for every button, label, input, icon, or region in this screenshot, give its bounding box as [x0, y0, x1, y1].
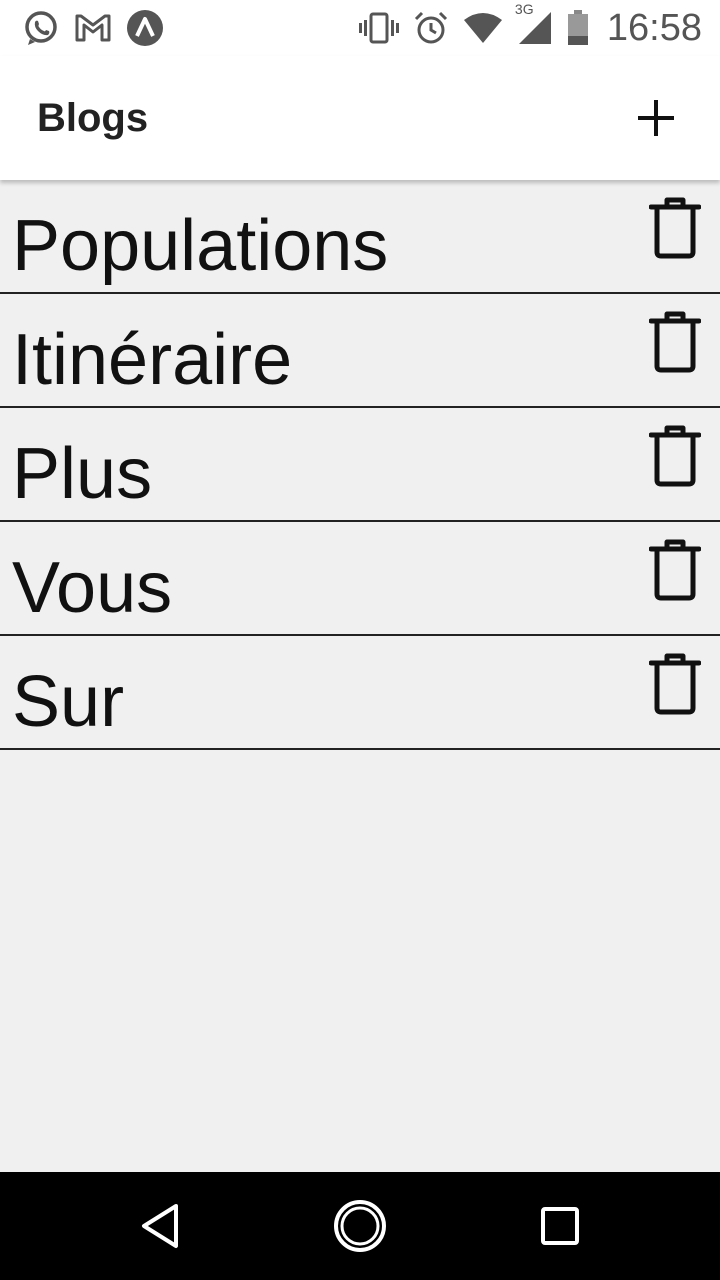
status-time: 16:58 [606, 6, 702, 49]
trash-icon [649, 197, 701, 259]
status-bar-system: 3G 16:58 [358, 0, 702, 56]
gmail-icon [74, 12, 112, 44]
app-bar: Blogs [0, 56, 720, 180]
back-icon [142, 1204, 178, 1248]
nav-recent-apps-button[interactable] [528, 1194, 592, 1258]
list-item[interactable]: Vous [0, 522, 720, 636]
delete-button[interactable] [644, 194, 706, 262]
whatsapp-icon [22, 9, 60, 47]
delete-button[interactable] [644, 650, 706, 718]
add-blog-button[interactable] [628, 90, 684, 146]
blog-title: Sur [12, 662, 125, 742]
trash-icon [649, 653, 701, 715]
battery-icon [567, 10, 589, 46]
status-bar: 3G 16:58 [0, 0, 720, 56]
delete-button[interactable] [644, 308, 706, 376]
nav-home-button[interactable] [328, 1194, 392, 1258]
alarm-icon [413, 10, 449, 46]
network-type-label: 3G [514, 1, 534, 17]
list-item[interactable]: Populations [0, 180, 720, 294]
list-item[interactable]: Itinéraire [0, 294, 720, 408]
vibrate-icon [358, 11, 399, 45]
list-item[interactable]: Sur [0, 636, 720, 750]
home-icon [334, 1200, 386, 1252]
delete-button[interactable] [644, 422, 706, 490]
list-item[interactable]: Plus [0, 408, 720, 522]
system-nav-bar [0, 1172, 720, 1280]
blog-title: Itinéraire [12, 320, 293, 400]
blog-list: Populations Itinéraire Plus Vous Sur [0, 180, 720, 750]
plus-icon [638, 100, 674, 136]
trash-icon [649, 539, 701, 601]
blog-title: Plus [12, 434, 153, 514]
trash-icon [649, 311, 701, 373]
page-title: Blogs [37, 96, 149, 140]
recent-apps-icon [541, 1207, 579, 1245]
blog-title: Vous [12, 548, 173, 628]
wifi-icon [463, 12, 503, 44]
status-bar-notifications [22, 0, 178, 56]
blog-title: Populations [12, 206, 389, 286]
nav-back-button[interactable] [128, 1194, 192, 1258]
delete-button[interactable] [644, 536, 706, 604]
cellular-signal-icon: 3G [515, 1, 553, 45]
app-notification-icon [126, 9, 164, 47]
trash-icon [649, 425, 701, 487]
